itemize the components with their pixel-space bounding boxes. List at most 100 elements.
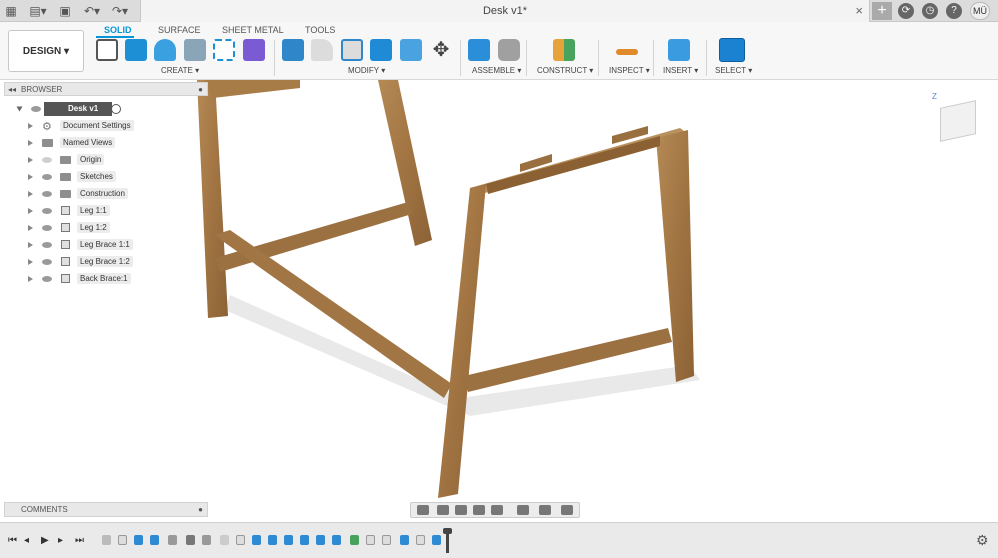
look-at-icon[interactable] bbox=[437, 505, 449, 515]
save-icon[interactable]: ▣ bbox=[58, 3, 72, 19]
collapse-icon[interactable]: ◂◂ bbox=[8, 83, 16, 96]
go-to-start-icon[interactable]: ⏮ bbox=[8, 536, 18, 546]
view-cube[interactable]: Z bbox=[932, 92, 980, 144]
visibility-icon[interactable] bbox=[42, 225, 52, 231]
timeline-feature[interactable] bbox=[366, 535, 375, 545]
offset-plane-icon[interactable] bbox=[553, 39, 575, 61]
extensions-icon[interactable]: ⟳ bbox=[898, 3, 914, 19]
browser-root-row[interactable]: Desk v1 bbox=[4, 102, 208, 116]
expand-icon[interactable] bbox=[28, 225, 33, 231]
timeline-feature[interactable] bbox=[150, 535, 159, 545]
redo-icon[interactable]: ↷▾ bbox=[108, 3, 132, 19]
move-icon[interactable]: ✥ bbox=[430, 39, 452, 61]
activate-icon[interactable] bbox=[111, 104, 121, 114]
measure-icon[interactable] bbox=[616, 49, 638, 55]
timeline-feature[interactable] bbox=[168, 535, 177, 545]
undo-icon[interactable]: ↶▾ bbox=[82, 3, 102, 19]
timeline-feature[interactable] bbox=[382, 535, 391, 545]
construct-menu[interactable]: CONSTRUCT ▾ bbox=[537, 66, 593, 75]
timeline-feature[interactable] bbox=[350, 535, 359, 545]
expand-icon[interactable] bbox=[16, 106, 23, 112]
fillet-icon[interactable] bbox=[311, 39, 333, 61]
assemble-menu[interactable]: ASSEMBLE ▾ bbox=[472, 66, 521, 75]
go-to-end-icon[interactable]: ⏭ bbox=[75, 536, 85, 546]
timeline-feature[interactable] bbox=[220, 535, 229, 545]
insert-image-icon[interactable] bbox=[668, 39, 690, 61]
app-grid-icon[interactable]: ▦ bbox=[4, 3, 18, 19]
timeline-feature[interactable] bbox=[416, 535, 425, 545]
orbit-icon[interactable] bbox=[417, 505, 429, 515]
visibility-icon[interactable] bbox=[31, 106, 41, 112]
expand-icon[interactable] bbox=[28, 191, 33, 197]
help-icon[interactable]: ? bbox=[946, 3, 962, 19]
zoom-icon[interactable] bbox=[473, 505, 485, 515]
expand-icon[interactable] bbox=[28, 174, 33, 180]
create-sketch-icon[interactable] bbox=[96, 39, 118, 61]
workspace-switcher[interactable]: DESIGN ▾ bbox=[8, 30, 84, 72]
user-avatar[interactable]: MÜ bbox=[970, 2, 990, 20]
inspect-menu[interactable]: INSPECT ▾ bbox=[609, 66, 650, 75]
timeline-feature[interactable] bbox=[202, 535, 211, 545]
expand-icon[interactable] bbox=[28, 276, 33, 282]
timeline-feature[interactable] bbox=[332, 535, 341, 545]
new-component-icon[interactable] bbox=[468, 39, 490, 61]
grid-settings-icon[interactable] bbox=[539, 505, 551, 515]
insert-menu[interactable]: INSERT ▾ bbox=[663, 66, 698, 75]
timeline-feature[interactable] bbox=[284, 535, 293, 545]
extrude-icon[interactable] bbox=[125, 39, 147, 61]
create-menu[interactable]: CREATE ▾ bbox=[161, 66, 199, 75]
expand-icon[interactable] bbox=[28, 208, 33, 214]
expand-icon[interactable] bbox=[28, 242, 33, 248]
pan-icon[interactable] bbox=[455, 505, 467, 515]
visibility-icon[interactable] bbox=[42, 174, 52, 180]
select-icon[interactable] bbox=[719, 38, 745, 62]
tab-surface[interactable]: SURFACE bbox=[158, 25, 201, 35]
expand-icon[interactable] bbox=[28, 140, 33, 146]
display-settings-icon[interactable] bbox=[517, 505, 529, 515]
timeline-feature[interactable] bbox=[316, 535, 325, 545]
press-pull-icon[interactable] bbox=[282, 39, 304, 61]
view-cube-box[interactable] bbox=[940, 100, 976, 142]
timeline-feature[interactable] bbox=[400, 535, 409, 545]
job-status-icon[interactable]: ◷ bbox=[922, 3, 938, 19]
timeline-feature[interactable] bbox=[134, 535, 143, 545]
timeline-feature[interactable] bbox=[268, 535, 277, 545]
modify-menu[interactable]: MODIFY ▾ bbox=[348, 66, 385, 75]
tab-tools[interactable]: TOOLS bbox=[305, 25, 335, 35]
viewports-icon[interactable] bbox=[561, 505, 573, 515]
visibility-icon[interactable] bbox=[42, 259, 52, 265]
combine-icon[interactable] bbox=[370, 39, 392, 61]
timeline-feature[interactable] bbox=[236, 535, 245, 545]
timeline-feature[interactable] bbox=[300, 535, 309, 545]
close-tab-icon[interactable]: × bbox=[855, 3, 863, 18]
expand-icon[interactable] bbox=[28, 157, 33, 163]
fit-icon[interactable] bbox=[491, 505, 503, 515]
timeline-feature[interactable] bbox=[118, 535, 127, 545]
timeline-settings-icon[interactable]: ⚙ bbox=[976, 532, 989, 549]
step-back-icon[interactable]: ◂ bbox=[24, 536, 34, 546]
tab-solid[interactable]: SOLID bbox=[104, 25, 132, 35]
visibility-icon[interactable] bbox=[42, 242, 52, 248]
add-comment-icon[interactable]: ● bbox=[198, 503, 203, 517]
expand-icon[interactable] bbox=[28, 259, 33, 265]
timeline-feature[interactable] bbox=[432, 535, 441, 545]
comments-panel[interactable]: COMMENTS ● bbox=[4, 502, 208, 517]
timeline-feature[interactable] bbox=[102, 535, 111, 545]
file-menu-icon[interactable]: ▤▾ bbox=[28, 3, 48, 19]
create-form-icon[interactable] bbox=[243, 39, 265, 61]
split-body-icon[interactable] bbox=[400, 39, 422, 61]
timeline-marker[interactable] bbox=[443, 528, 452, 553]
play-icon[interactable]: ▶ bbox=[41, 536, 51, 546]
joint-icon[interactable] bbox=[498, 39, 520, 61]
browser-header[interactable]: ◂◂ BROWSER ● bbox=[4, 82, 208, 96]
visibility-icon[interactable] bbox=[42, 208, 52, 214]
expand-icon[interactable] bbox=[28, 123, 33, 129]
visibility-icon[interactable] bbox=[42, 276, 52, 282]
pin-icon[interactable]: ● bbox=[198, 83, 203, 96]
pattern-icon[interactable] bbox=[213, 39, 235, 61]
shell-icon[interactable] bbox=[341, 39, 363, 61]
tab-sheet-metal[interactable]: SHEET METAL bbox=[222, 25, 284, 35]
document-tab[interactable]: Desk v1* × bbox=[140, 0, 870, 22]
timeline-feature[interactable] bbox=[252, 535, 261, 545]
timeline-feature[interactable] bbox=[186, 535, 195, 545]
